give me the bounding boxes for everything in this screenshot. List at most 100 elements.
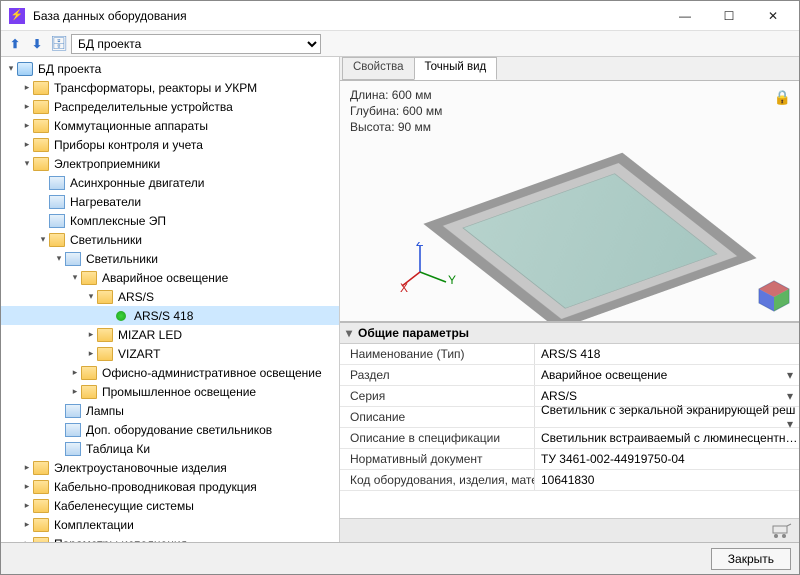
tree-label: Светильники bbox=[68, 233, 144, 247]
tree-node[interactable]: ▸ Промышленное освещение bbox=[1, 382, 339, 401]
folder-icon bbox=[33, 138, 49, 152]
chevron-right-icon[interactable]: ▸ bbox=[21, 120, 33, 132]
tree-node[interactable]: ▾ Светильники bbox=[1, 230, 339, 249]
tree-node[interactable]: ▸Параметры исполнения bbox=[1, 534, 339, 542]
property-row[interactable]: Код оборудования, изделия, матери..10641… bbox=[340, 470, 799, 491]
tree-node[interactable]: Асинхронные двигатели bbox=[1, 173, 339, 192]
view-cube[interactable] bbox=[757, 279, 791, 313]
tree-label: Комплексные ЭП bbox=[68, 214, 168, 228]
property-row[interactable]: ОписаниеСветильник с зеркальной экраниру… bbox=[340, 407, 799, 428]
property-value[interactable]: Светильник с зеркальной экранирующей реш bbox=[535, 403, 799, 431]
svg-text:X: X bbox=[400, 281, 408, 292]
folder-icon bbox=[97, 328, 113, 342]
property-value[interactable]: Светильник встраиваемый с люминесцентным… bbox=[535, 431, 799, 445]
tree-node[interactable]: ▾Электроприемники bbox=[1, 154, 339, 173]
chevron-right-icon[interactable]: ▸ bbox=[85, 348, 97, 360]
chevron-down-icon[interactable]: ▾ bbox=[85, 291, 97, 303]
model-3d bbox=[423, 153, 756, 322]
property-row[interactable]: Наименование (Тип)ARS/S 418 bbox=[340, 344, 799, 365]
tree-node[interactable]: ▸MIZAR LED bbox=[1, 325, 339, 344]
chevron-right-icon[interactable]: ▸ bbox=[21, 139, 33, 151]
tree-label: VIZART bbox=[116, 347, 162, 361]
svg-text:Y: Y bbox=[448, 273, 456, 287]
property-row[interactable]: РазделАварийное освещение bbox=[340, 365, 799, 386]
tree-node[interactable]: ARS/S 418 bbox=[1, 306, 339, 325]
cart-icon[interactable] bbox=[771, 522, 793, 540]
svg-text:Z: Z bbox=[416, 242, 423, 249]
chevron-right-icon[interactable]: ▸ bbox=[69, 386, 81, 398]
property-row[interactable]: Описание в спецификацииСветильник встраи… bbox=[340, 428, 799, 449]
tree-node[interactable]: ▸ Приборы контроля и учета bbox=[1, 135, 339, 154]
close-window-button[interactable]: Закрыть bbox=[711, 548, 791, 570]
chevron-right-icon[interactable]: ▸ bbox=[21, 82, 33, 94]
table-icon bbox=[65, 252, 81, 266]
property-value[interactable]: ARS/S bbox=[535, 389, 799, 403]
dimensions-overlay: Длина: 600 мм Глубина: 600 мм Высота: 90… bbox=[350, 87, 442, 135]
maximize-button[interactable]: ☐ bbox=[707, 2, 751, 30]
tree-node[interactable]: ▸Распределительные устройства bbox=[1, 97, 339, 116]
viewport-3d[interactable]: Длина: 600 мм Глубина: 600 мм Высота: 90… bbox=[340, 81, 799, 322]
tree-pane[interactable]: ▾БД проекта▸Трансформаторы, реакторы и У… bbox=[1, 57, 340, 542]
tree-node[interactable]: ▾ARS/S bbox=[1, 287, 339, 306]
tree-label: Коммутационные аппараты bbox=[52, 119, 210, 133]
tree-node[interactable]: Нагреватели bbox=[1, 192, 339, 211]
tree-node[interactable]: Лампы bbox=[1, 401, 339, 420]
property-value[interactable]: ARS/S 418 bbox=[535, 347, 799, 361]
chevron-right-icon[interactable]: ▸ bbox=[21, 500, 33, 512]
toolbar: ⬆ ⬇ 🗄 БД проекта bbox=[1, 31, 799, 57]
window-title: База данных оборудования bbox=[33, 9, 663, 23]
tree-node[interactable]: ▾ Аварийное освещение bbox=[1, 268, 339, 287]
tree-label: Аварийное освещение bbox=[100, 271, 230, 285]
folder-icon bbox=[33, 518, 49, 532]
tree-node[interactable]: ▾Светильники bbox=[1, 249, 339, 268]
database-selector[interactable]: БД проекта bbox=[71, 34, 321, 54]
chevron-down-icon[interactable]: ▾ bbox=[21, 158, 33, 170]
tree-node[interactable]: ▸ VIZART bbox=[1, 344, 339, 363]
tree-label: Приборы контроля и учета bbox=[52, 138, 205, 152]
property-row[interactable]: Нормативный документТУ 3461-002-44919750… bbox=[340, 449, 799, 470]
chevron-right-icon[interactable]: ▸ bbox=[21, 462, 33, 474]
chevron-right-icon[interactable]: ▸ bbox=[21, 481, 33, 493]
axis-indicator: Z Y X bbox=[400, 242, 460, 295]
property-key: Наименование (Тип) bbox=[340, 344, 535, 364]
tree-node[interactable]: ▾БД проекта bbox=[1, 59, 339, 78]
tree-node[interactable]: ▸ Коммутационные аппараты bbox=[1, 116, 339, 135]
database-button[interactable]: 🗄 bbox=[49, 34, 69, 54]
chevron-down-icon[interactable]: ▾ bbox=[5, 63, 17, 75]
property-key: Серия bbox=[340, 386, 535, 406]
tree-node[interactable]: Комплексные ЭП bbox=[1, 211, 339, 230]
tree-label: ARS/S 418 bbox=[132, 309, 195, 323]
group-header[interactable]: ▾ Общие параметры bbox=[340, 323, 799, 344]
tab-3d-view[interactable]: Точный вид bbox=[414, 57, 498, 80]
tree-node[interactable]: ▸Комплектации bbox=[1, 515, 339, 534]
property-value[interactable]: Аварийное освещение bbox=[535, 368, 799, 382]
property-value[interactable]: 10641830 bbox=[535, 473, 799, 487]
tab-properties[interactable]: Свойства bbox=[342, 57, 415, 80]
tree-node[interactable]: Доп. оборудование светильников bbox=[1, 420, 339, 439]
table-icon bbox=[65, 404, 81, 418]
tree-label: Кабельно-проводниковая продукция bbox=[52, 480, 259, 494]
tree-node[interactable]: ▸Электроустановочные изделия bbox=[1, 458, 339, 477]
nav-up-button[interactable]: ⬆ bbox=[5, 34, 25, 54]
property-value[interactable]: ТУ 3461-002-44919750-04 bbox=[535, 452, 799, 466]
tree-node[interactable]: ▸ Кабельно-проводниковая продукция bbox=[1, 477, 339, 496]
tree-node[interactable]: ▸Трансформаторы, реакторы и УКРМ bbox=[1, 78, 339, 97]
chevron-right-icon[interactable]: ▸ bbox=[21, 519, 33, 531]
tree-node[interactable]: ▸Офисно-административное освещение bbox=[1, 363, 339, 382]
footer: Закрыть bbox=[1, 542, 799, 574]
close-button[interactable]: ✕ bbox=[751, 2, 795, 30]
chevron-right-icon[interactable]: ▸ bbox=[21, 101, 33, 113]
group-title: Общие параметры bbox=[358, 326, 469, 340]
chevron-down-icon[interactable]: ▾ bbox=[69, 272, 81, 284]
lock-icon[interactable]: 🔒 bbox=[774, 89, 791, 106]
nav-down-button[interactable]: ⬇ bbox=[27, 34, 47, 54]
tree-label: Промышленное освещение bbox=[100, 385, 258, 399]
chevron-right-icon[interactable]: ▸ bbox=[69, 367, 81, 379]
chevron-right-icon[interactable]: ▸ bbox=[85, 329, 97, 341]
chevron-down-icon[interactable]: ▾ bbox=[37, 234, 49, 246]
minimize-button[interactable]: — bbox=[663, 2, 707, 30]
tree-node[interactable]: Таблица Ки bbox=[1, 439, 339, 458]
chevron-down-icon[interactable]: ▾ bbox=[53, 253, 65, 265]
tree-node[interactable]: ▸Кабеленесущие системы bbox=[1, 496, 339, 515]
folder-icon bbox=[33, 100, 49, 114]
